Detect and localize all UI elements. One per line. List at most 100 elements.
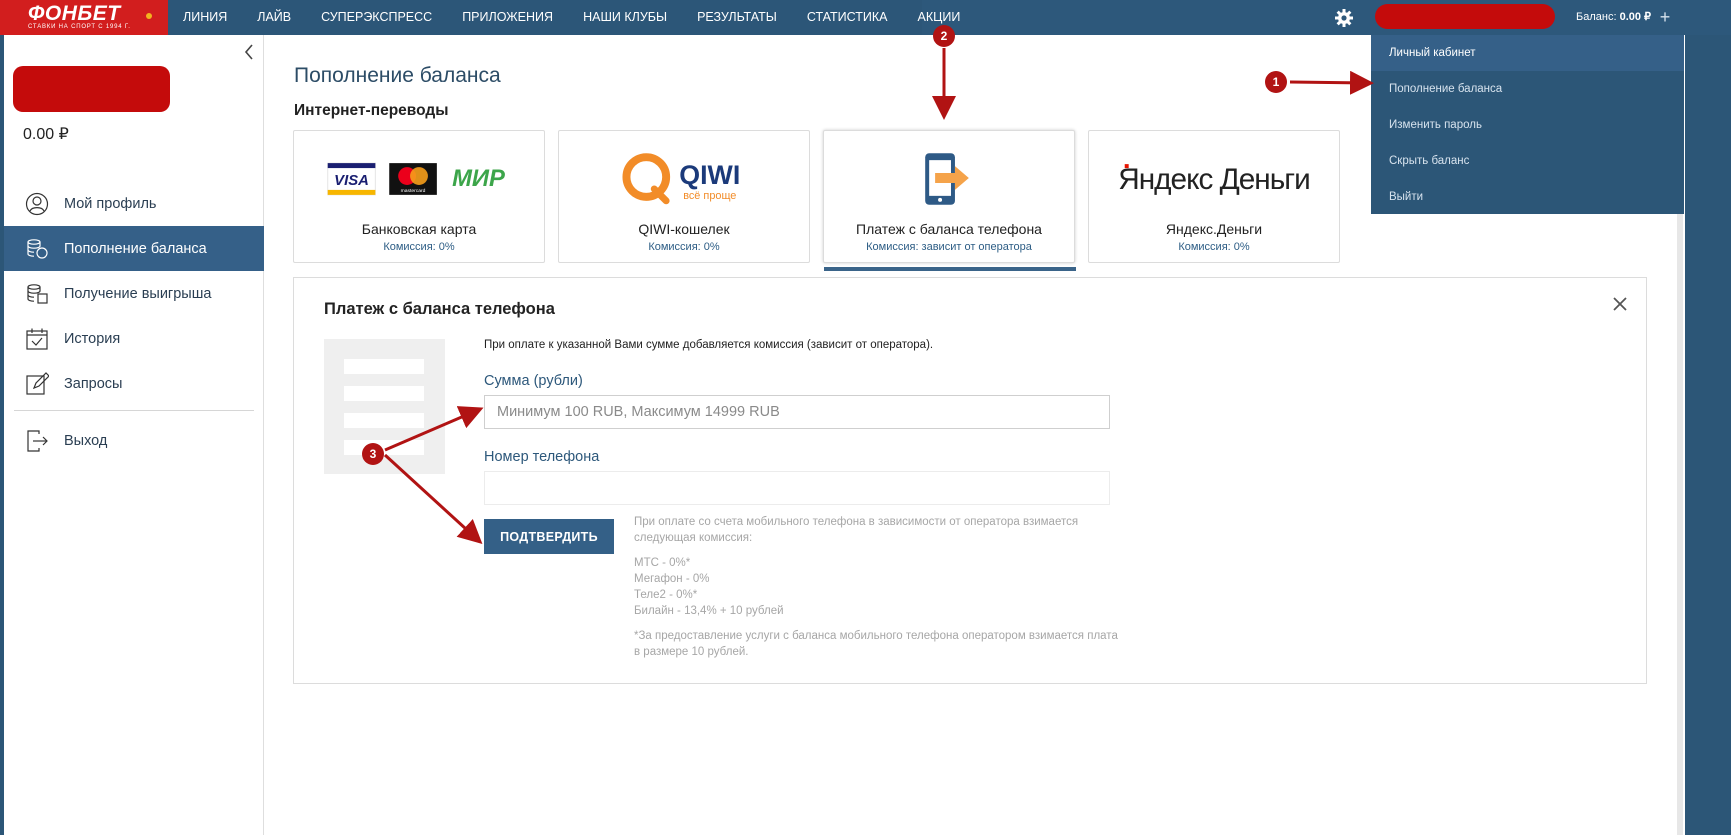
phone-payment-panel: Платеж с баланса телефона При оплате к у… [293, 277, 1647, 684]
sidebar-item-label: Мой профиль [64, 195, 157, 212]
nav-item-live[interactable]: ЛАЙВ [242, 0, 306, 35]
scroll-track[interactable] [1677, 210, 1683, 835]
header-balance: Баланс: 0.00 ₽ [1576, 0, 1651, 35]
logout-icon [27, 430, 48, 452]
nav-item-apps[interactable]: ПРИЛОЖЕНИЯ [447, 0, 568, 35]
phone-transfer-icon [925, 153, 969, 205]
illus-line [344, 440, 424, 455]
brand-logo[interactable]: ФОНБЕТ СТАВКИ НА СПОРТ С 1994 Г. [0, 0, 168, 35]
illus-line [344, 386, 424, 401]
brand-tagline: СТАВКИ НА СПОРТ С 1994 Г. [28, 24, 131, 30]
sidebar-item-label: Выход [64, 432, 108, 449]
sidebar-item-label: История [64, 330, 121, 347]
section-title: Интернет-переводы [294, 102, 449, 119]
mastercard-text: mastercard [401, 188, 426, 194]
amount-label: Сумма (рубли) [484, 373, 583, 389]
sidebar-balance: 0.00 ₽ [23, 126, 69, 143]
method-name: QIWI-кошелек [638, 221, 730, 237]
qiwi-slogan: всё проще [683, 190, 736, 202]
panel-title: Платеж с баланса телефона [324, 300, 555, 318]
sidebar-item-deposit[interactable]: Пополнение баланса [4, 226, 264, 271]
method-name: Яндекс.Деньги [1165, 221, 1263, 237]
illus-line [344, 413, 424, 428]
dropdown-item-logout[interactable]: Выйти [1371, 179, 1684, 215]
page-title: Пополнение баланса [294, 64, 501, 87]
sidebar-item-requests[interactable]: Запросы [4, 361, 264, 406]
form-illustration [324, 339, 445, 474]
nav-item-superexpress[interactable]: СУПЕРЭКСПРЕСС [306, 0, 447, 35]
sidebar-item-label: Запросы [64, 375, 123, 392]
method-yandex-money[interactable]: Яндекс Деньги Яндекс.Деньги Комиссия: 0% [1088, 130, 1340, 263]
annotation-badge-1: 1 [1265, 71, 1287, 93]
visa-text: VISA [334, 173, 369, 189]
sidebar-item-withdraw[interactable]: Получение выигрыша [4, 271, 264, 316]
method-phone-balance[interactable]: Платеж с баланса телефона Комиссия: зави… [823, 130, 1076, 271]
sidebar-menu: Мой профиль Пополнение баланса Получение… [4, 181, 264, 463]
sidebar: 0.00 ₽ Мой профиль Пополнение баланса По… [4, 35, 264, 835]
brand-name: ФОНБЕТ [28, 2, 121, 25]
main-nav: ЛИНИЯ ЛАЙВ СУПЕРЭКСПРЕСС ПРИЛОЖЕНИЯ НАШИ… [168, 0, 960, 35]
header-balance-label: Баланс: [1576, 11, 1617, 23]
sidebar-item-profile[interactable]: Мой профиль [4, 181, 264, 226]
fee-list: МТС - 0%* Мегафон - 0% Теле2 - 0%* Билай… [634, 555, 1124, 619]
method-fee: Комиссия: 0% [648, 241, 720, 253]
calendar-check-icon [26, 328, 48, 350]
fee-item: Теле2 - 0%* [634, 589, 698, 601]
annotation-badge-3: 3 [362, 443, 384, 465]
dropdown-item-deposit[interactable]: Пополнение баланса [1371, 71, 1684, 107]
confirm-button[interactable]: ПОДТВЕРДИТЬ [484, 519, 614, 554]
method-fee: Комиссия: 0% [1178, 241, 1250, 253]
chevron-left-icon[interactable] [242, 43, 256, 61]
fee-item: Мегафон - 0% [634, 573, 710, 585]
method-bank-card[interactable]: VISA mastercard МИР Банковская карта Ком… [293, 130, 545, 263]
dropdown-item-change-password[interactable]: Изменить пароль [1371, 107, 1684, 143]
card-logos: VISA mastercard МИР [327, 162, 505, 196]
annotation-badge-2: 2 [933, 25, 955, 47]
fee-item: МТС - 0%* [634, 557, 691, 569]
logo-dot [146, 13, 152, 19]
selected-indicator [824, 267, 1076, 271]
right-edge [1685, 35, 1731, 835]
sidebar-item-label: Получение выигрыша [64, 285, 212, 302]
nav-item-line[interactable]: ЛИНИЯ [168, 0, 242, 35]
method-fee: Комиссия: зависит от оператора [866, 241, 1032, 253]
fee-intro: При оплате со счета мобильного телефона … [634, 516, 1079, 544]
sidebar-divider [14, 410, 254, 411]
gear-icon[interactable] [1334, 8, 1354, 28]
sidebar-item-label: Пополнение баланса [64, 240, 207, 257]
method-name: Банковская карта [361, 221, 477, 237]
qiwi-text: QIWI [679, 160, 740, 190]
nav-item-results[interactable]: РЕЗУЛЬТАТЫ [682, 0, 792, 35]
top-bar: ФОНБЕТ СТАВКИ НА СПОРТ С 1994 Г. ЛИНИЯ Л… [0, 0, 1731, 35]
nav-item-clubs[interactable]: НАШИ КЛУБЫ [568, 0, 682, 35]
close-icon[interactable] [1611, 295, 1629, 313]
redacted-user-name [13, 66, 170, 112]
dropdown-item-account[interactable]: Личный кабинет [1371, 35, 1684, 71]
phone-label: Номер телефона [484, 449, 600, 465]
dropdown-item-hide-balance[interactable]: Скрыть баланс [1371, 143, 1684, 179]
coins-withdraw-icon [27, 284, 48, 304]
header-balance-value: 0.00 ₽ [1619, 11, 1652, 23]
illus-line [344, 359, 424, 374]
fee-footnote: *За предоставление услуги с баланса моби… [634, 630, 1118, 658]
plus-icon[interactable]: + [1658, 8, 1672, 26]
method-fee: Комиссия: 0% [383, 241, 455, 253]
phone-input[interactable] [484, 471, 1110, 505]
redacted-username[interactable] [1375, 4, 1555, 29]
qiwi-logo: QIWI всё проще [622, 153, 740, 205]
method-qiwi[interactable]: QIWI всё проще QIWI-кошелек Комиссия: 0% [558, 130, 810, 263]
yandex-money-logo: Яндекс Деньги [1118, 163, 1311, 196]
coins-deposit-icon [27, 239, 48, 259]
profile-icon [25, 192, 49, 216]
commission-note: При оплате к указанной Вами сумме добавл… [484, 339, 934, 351]
nav-item-statistics[interactable]: СТАТИСТИКА [792, 0, 903, 35]
sidebar-item-logout[interactable]: Выход [4, 418, 264, 463]
edit-icon [26, 372, 49, 395]
account-dropdown: Личный кабинет Пополнение баланса Измени… [1371, 35, 1684, 214]
sidebar-item-history[interactable]: История [4, 316, 264, 361]
amount-input[interactable] [484, 395, 1110, 429]
method-name: Платеж с баланса телефона [856, 221, 1042, 237]
fee-info: При оплате со счета мобильного телефона … [634, 514, 1124, 669]
fee-item: Билайн - 13,4% + 10 рублей [634, 605, 784, 617]
mir-text: МИР [452, 165, 505, 192]
